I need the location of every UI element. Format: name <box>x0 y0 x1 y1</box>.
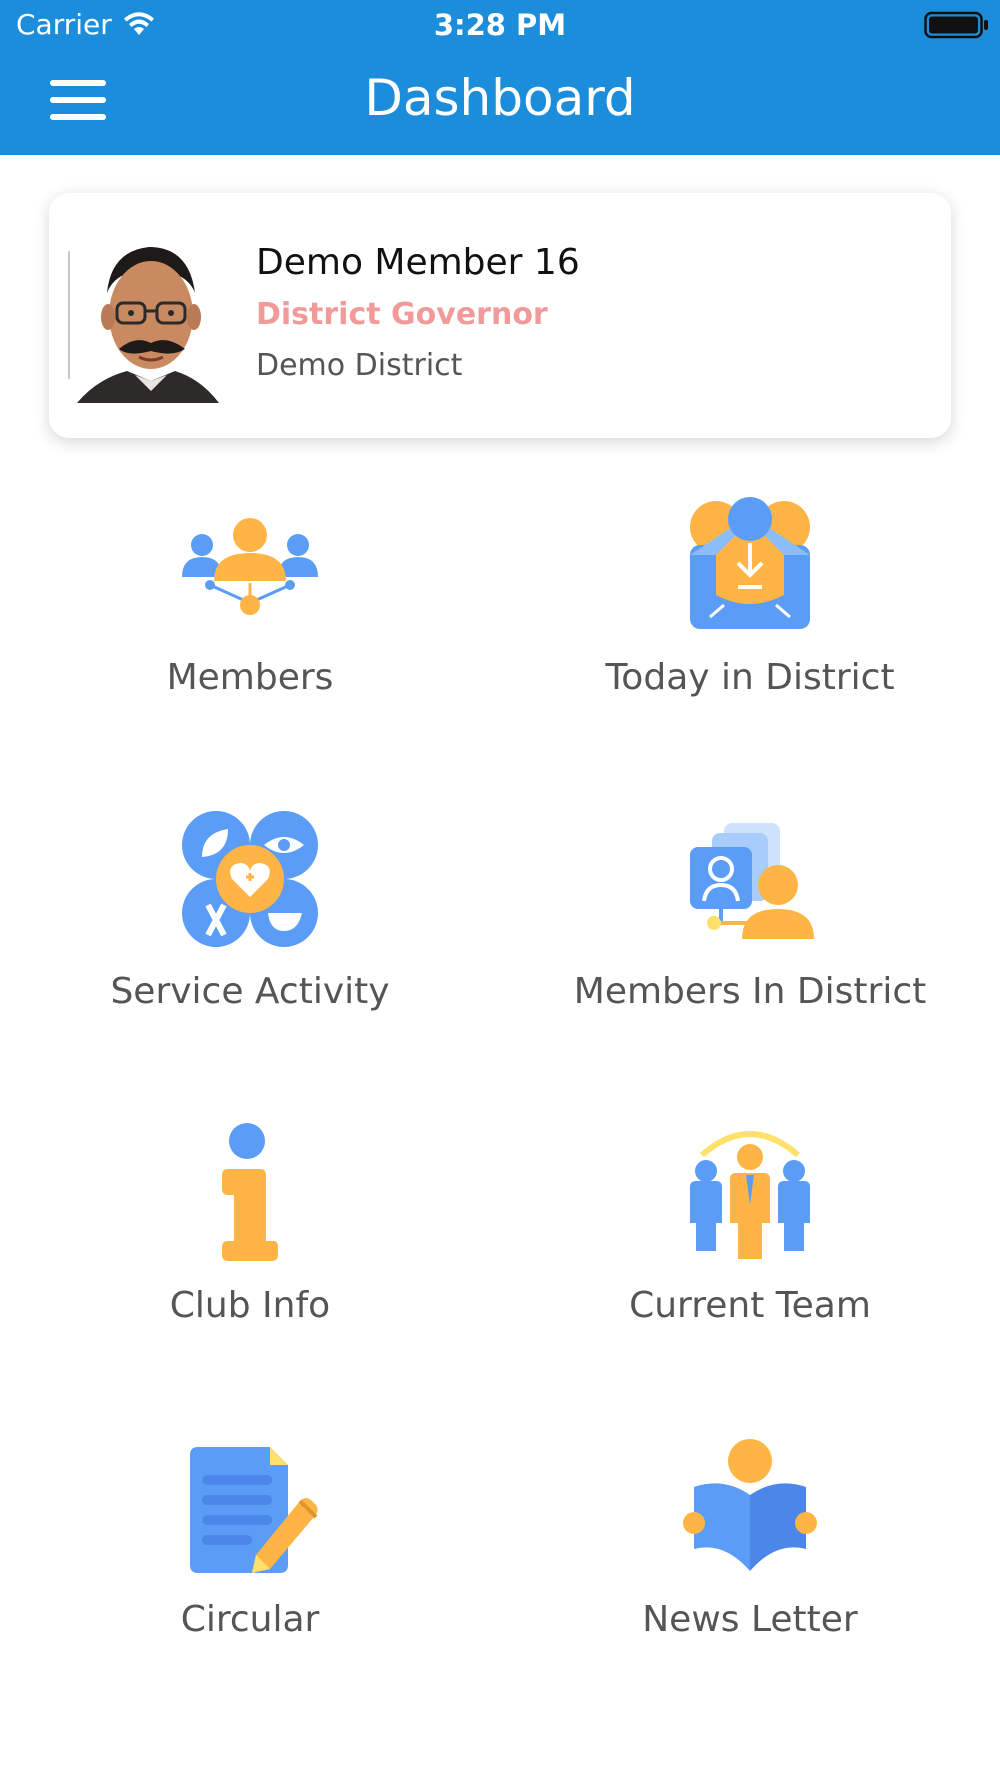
tile-label: Club Info <box>169 1285 331 1326</box>
battery-icon <box>924 11 988 39</box>
info-icon <box>222 1123 278 1261</box>
tile-label: Members In District <box>573 971 927 1012</box>
tile-news-letter[interactable]: News Letter <box>500 1417 1000 1717</box>
member-profiles-icon <box>690 823 814 939</box>
avatar <box>77 231 219 403</box>
reading-book-icon <box>683 1439 817 1571</box>
service-activity-icon <box>182 811 318 947</box>
team-icon <box>690 1131 810 1259</box>
member-district: Demo District <box>256 348 463 383</box>
member-name: Demo Member 16 <box>256 242 580 283</box>
tile-label: News Letter <box>642 1599 858 1640</box>
mail-inbox-icon <box>690 497 810 629</box>
divider <box>68 251 70 379</box>
document-pencil-icon <box>190 1447 318 1573</box>
tile-today-in-district[interactable]: Today in District <box>500 475 1000 775</box>
tile-label: Circular <box>180 1599 320 1640</box>
members-network-icon <box>182 518 318 615</box>
tile-current-team[interactable]: Current Team <box>500 1103 1000 1403</box>
status-time: 3:28 PM <box>433 8 567 42</box>
tile-members[interactable]: Members <box>0 475 500 775</box>
tile-club-info[interactable]: Club Info <box>0 1103 500 1403</box>
tile-service-activity[interactable]: Service Activity <box>0 789 500 1089</box>
tile-label: Service Activity <box>110 971 390 1012</box>
page-title: Dashboard <box>364 69 636 127</box>
profile-card[interactable]: Demo Member 16 District Governor Demo Di… <box>49 193 951 438</box>
tile-members-in-district[interactable]: Members In District <box>500 789 1000 1089</box>
tile-label: Current Team <box>629 1285 871 1326</box>
member-role: District Governor <box>256 297 548 332</box>
tile-circular[interactable]: Circular <box>0 1417 500 1717</box>
tile-label: Members <box>166 657 334 698</box>
tile-label: Today in District <box>605 657 895 698</box>
top-bar: Carrier 3:28 PM Dashboard <box>0 0 1000 155</box>
